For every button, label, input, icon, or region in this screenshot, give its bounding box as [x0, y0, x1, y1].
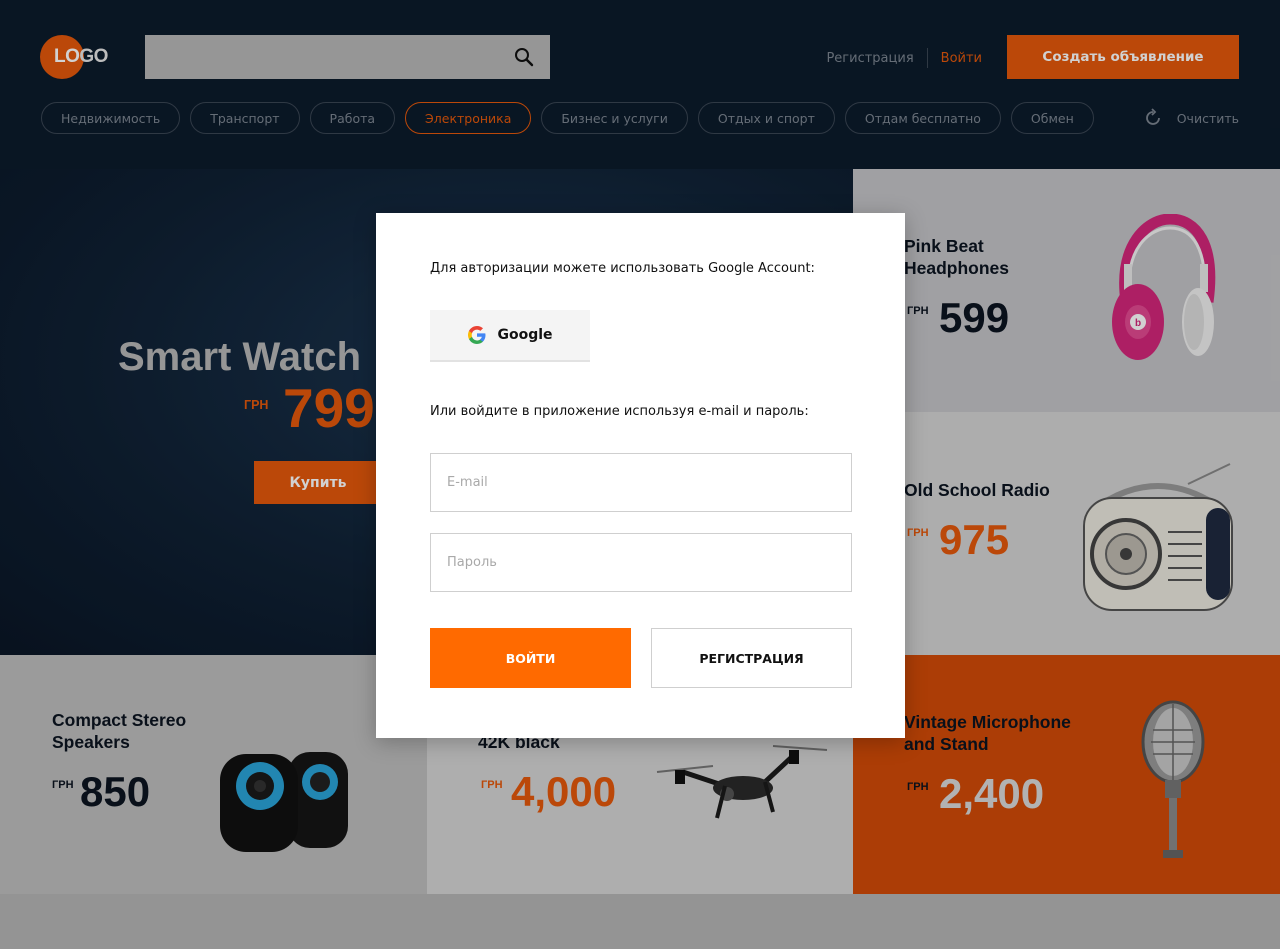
- hero-price: 799: [283, 377, 375, 439]
- product-title-line: and Stand: [904, 734, 989, 754]
- product-currency: ГРН: [907, 527, 929, 539]
- buy-button[interactable]: Купить: [254, 461, 382, 504]
- product-card-radio[interactable]: Old School Radio ГРН 975: [853, 412, 1280, 655]
- category-exchange[interactable]: Обмен: [1010, 102, 1094, 134]
- search-icon[interactable]: [514, 47, 534, 67]
- google-prompt: Для авторизации можете использовать Goog…: [430, 261, 815, 276]
- product-title: Vintage Microphone and Stand: [904, 711, 1071, 755]
- product-currency: ГРН: [907, 305, 929, 317]
- product-title-line: Pink Beat: [904, 236, 984, 256]
- product-price: 2,400: [939, 770, 1045, 817]
- svg-text:b: b: [1135, 318, 1141, 329]
- product-title-line: Compact Stereo: [52, 710, 187, 730]
- product-card-headphones[interactable]: Pink Beat Headphones ГРН 599 b: [853, 169, 1280, 412]
- product-title-line: Vintage Microphone: [904, 712, 1071, 732]
- search-bar[interactable]: [145, 35, 550, 79]
- email-field[interactable]: [430, 453, 852, 512]
- hero-title: Smart Watch: [118, 335, 362, 379]
- microphone-image: [1141, 700, 1205, 858]
- login-modal: Для авторизации можете использовать Goog…: [376, 213, 905, 738]
- refresh-icon: [1145, 108, 1160, 125]
- category-business[interactable]: Бизнес и услуги: [541, 102, 688, 134]
- category-free[interactable]: Отдам бесплатно: [844, 102, 1001, 134]
- category-electronics[interactable]: Электроника: [405, 102, 532, 134]
- product-card-speakers[interactable]: Compact Stereo Speakers ГРН 850: [0, 655, 427, 894]
- category-transport[interactable]: Транспорт: [190, 102, 300, 134]
- header: LOGO Регистрация Войти Создать объявлени…: [0, 0, 1280, 169]
- product-title: Compact Stereo Speakers: [52, 709, 186, 753]
- product-title: Pink Beat Headphones: [904, 235, 1009, 279]
- category-list: Недвижимость Транспорт Работа Электроник…: [41, 102, 1094, 134]
- hero-currency: ГРН: [244, 398, 269, 412]
- logo[interactable]: LOGO: [40, 35, 120, 79]
- product-title-line: Old School Radio: [904, 480, 1050, 500]
- radio-image: [1083, 463, 1233, 611]
- category-realty[interactable]: Недвижимость: [41, 102, 181, 134]
- product-price: 599: [939, 294, 1010, 341]
- product-card-microphone[interactable]: Vintage Microphone and Stand ГРН 2,400: [853, 655, 1280, 894]
- category-leisure[interactable]: Отдых и спорт: [697, 102, 835, 134]
- google-icon: [468, 326, 486, 344]
- register-button[interactable]: РЕГИСТРАЦИЯ: [651, 628, 852, 688]
- product-price: 975: [939, 516, 1010, 563]
- logo-text: LOGO: [54, 46, 108, 67]
- auth-links: Регистрация Войти: [826, 48, 982, 68]
- password-field[interactable]: [430, 533, 852, 592]
- search-input[interactable]: [145, 35, 505, 79]
- register-link[interactable]: Регистрация: [826, 51, 926, 66]
- google-login-button[interactable]: Google: [430, 310, 590, 362]
- create-listing-button[interactable]: Создать объявление: [1007, 35, 1239, 79]
- product-price: 4,000: [511, 768, 617, 815]
- google-button-label: Google: [497, 327, 553, 343]
- product-title: Old School Radio: [904, 479, 1050, 501]
- product-title-line: Headphones: [904, 258, 1010, 278]
- category-work[interactable]: Работа: [309, 102, 396, 134]
- product-currency: ГРН: [52, 779, 74, 791]
- email-prompt: Или войдите в приложение используя e-mai…: [430, 404, 809, 419]
- drone-image: [656, 745, 828, 819]
- login-button[interactable]: ВОЙТИ: [430, 628, 631, 688]
- headphones-image: b: [1112, 214, 1216, 360]
- product-currency: ГРН: [481, 779, 503, 791]
- product-currency: ГРН: [907, 781, 929, 793]
- clear-label: Очистить: [1176, 110, 1239, 126]
- login-link[interactable]: Войти: [928, 51, 982, 66]
- speakers-image: [220, 752, 348, 852]
- product-price: 850: [80, 768, 151, 815]
- clear-filters[interactable]: Очистить: [1143, 108, 1239, 128]
- product-title-line: Speakers: [52, 732, 130, 752]
